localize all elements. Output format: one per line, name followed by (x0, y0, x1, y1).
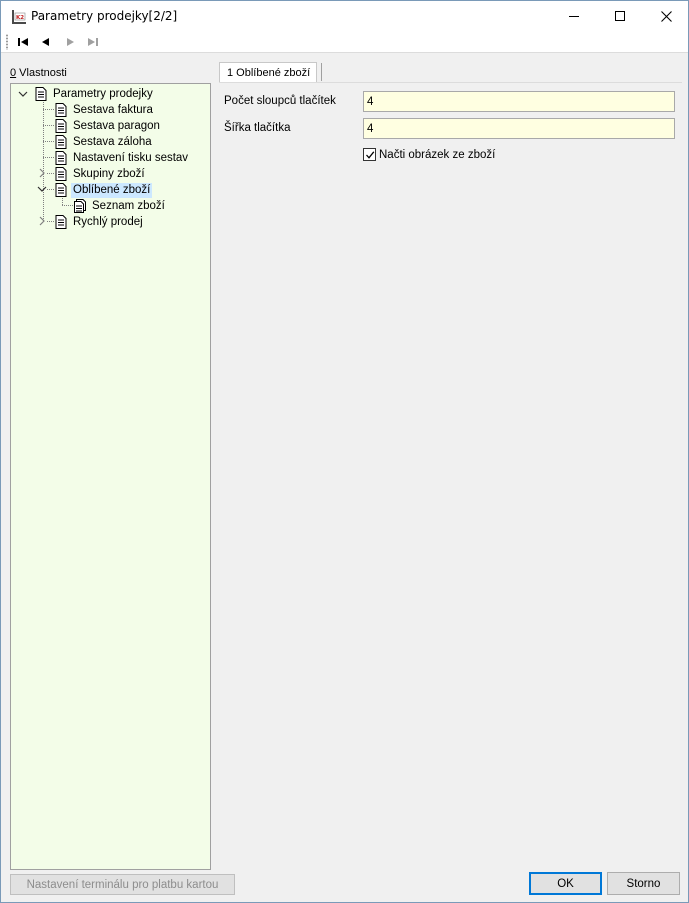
tree-connector (43, 125, 55, 126)
dialog-window: K2 Parametry prodejky[2/2] 0 Vlastnosti (0, 0, 689, 903)
minimize-icon (569, 16, 579, 17)
tree-node-label: Rychlý prodej (73, 215, 143, 228)
previous-record-button[interactable] (37, 34, 55, 50)
properties-label-text: Vlastnosti (16, 67, 67, 79)
first-record-icon (18, 38, 28, 46)
tree-connector (43, 109, 55, 110)
load-image-checkbox[interactable] (363, 148, 376, 161)
tree-connector (47, 189, 55, 190)
tree-connector (62, 205, 74, 206)
toolbar-grip[interactable] (6, 34, 8, 50)
ok-button[interactable]: OK (529, 872, 602, 895)
properties-tree[interactable]: Parametry prodejky Sestava faktura Sesta… (10, 83, 211, 870)
tab-underline (219, 82, 682, 83)
document-list-icon (74, 199, 86, 213)
tree-node-label: Parametry prodejky (53, 87, 153, 100)
maximize-button[interactable] (597, 1, 643, 31)
close-icon (660, 10, 672, 22)
last-record-button[interactable] (84, 34, 102, 50)
tree-node-label: Sestava faktura (73, 103, 153, 116)
card-terminal-settings-button[interactable]: Nastavení terminálu pro platbu kartou (10, 874, 235, 895)
tab-oblibene-zbozi[interactable]: 1 Oblíbené zboží (219, 62, 317, 82)
collapsed-chevron-icon[interactable] (37, 216, 47, 226)
document-icon (55, 135, 67, 149)
minimize-button[interactable] (551, 1, 597, 31)
previous-record-icon (42, 38, 49, 46)
svg-text:K2: K2 (16, 15, 24, 21)
next-record-button[interactable] (61, 34, 79, 50)
record-navigation-toolbar (1, 31, 688, 53)
tab-separator (321, 63, 322, 81)
app-icon: K2 (11, 9, 27, 25)
tree-node-sestava-paragon[interactable]: Sestava paragon (55, 118, 162, 134)
tree-node-oblibene-zbozi[interactable]: Oblíbené zboží (55, 182, 153, 198)
properties-label: 0 Vlastnosti (10, 67, 67, 79)
last-record-icon (88, 38, 98, 46)
first-record-button[interactable] (14, 34, 32, 50)
tree-connector (43, 100, 44, 222)
document-icon (55, 119, 67, 133)
tree-node-sestava-zaloha[interactable]: Sestava záloha (55, 134, 154, 150)
expanded-chevron-icon[interactable] (37, 184, 47, 194)
load-image-checkbox-row[interactable]: Načti obrázek ze zboží (363, 148, 495, 161)
button-columns-input[interactable] (363, 91, 675, 112)
tree-node-label: Skupiny zboží (73, 167, 145, 180)
document-icon (55, 215, 67, 229)
tree-node-label: Nastavení tisku sestav (73, 151, 189, 164)
window-title: Parametry prodejky[2/2] (31, 9, 178, 23)
tree-node-label: Sestava záloha (73, 135, 152, 148)
document-icon (55, 103, 67, 117)
tree-connector (47, 221, 55, 222)
document-icon (55, 183, 67, 197)
collapsed-chevron-icon[interactable] (37, 168, 47, 178)
document-icon (55, 167, 67, 181)
maximize-icon (615, 11, 625, 21)
tree-connector (43, 157, 55, 158)
tree-node-seznam-zbozi[interactable]: Seznam zboží (74, 198, 167, 214)
load-image-checkbox-label: Načti obrázek ze zboží (379, 148, 496, 161)
tree-node-label: Oblíbené zboží (71, 182, 153, 198)
close-button[interactable] (643, 1, 689, 31)
expanded-chevron-icon[interactable] (18, 89, 28, 99)
next-record-icon (67, 38, 74, 46)
tree-node-nastaveni-tisku-sestav[interactable]: Nastavení tisku sestav (55, 150, 190, 166)
title-bar[interactable]: K2 Parametry prodejky[2/2] (1, 1, 688, 31)
button-width-label: Šířka tlačítka (224, 122, 291, 134)
cancel-button[interactable]: Storno (607, 872, 680, 895)
tree-node-sestava-faktura[interactable]: Sestava faktura (55, 102, 155, 118)
checkmark-icon (365, 150, 374, 159)
tree-node-parametry-prodejky[interactable]: Parametry prodejky (35, 86, 155, 102)
tree-connector (43, 141, 55, 142)
tree-node-label: Seznam zboží (92, 199, 165, 212)
button-columns-label: Počet sloupců tlačítek (224, 95, 336, 107)
button-width-input[interactable] (363, 118, 675, 139)
tree-connector (47, 173, 55, 174)
tree-node-skupiny-zbozi[interactable]: Skupiny zboží (55, 166, 147, 182)
tree-node-label: Sestava paragon (73, 119, 160, 132)
tree-node-rychly-prodej[interactable]: Rychlý prodej (55, 214, 145, 230)
document-icon (55, 151, 67, 165)
document-icon (35, 87, 47, 101)
